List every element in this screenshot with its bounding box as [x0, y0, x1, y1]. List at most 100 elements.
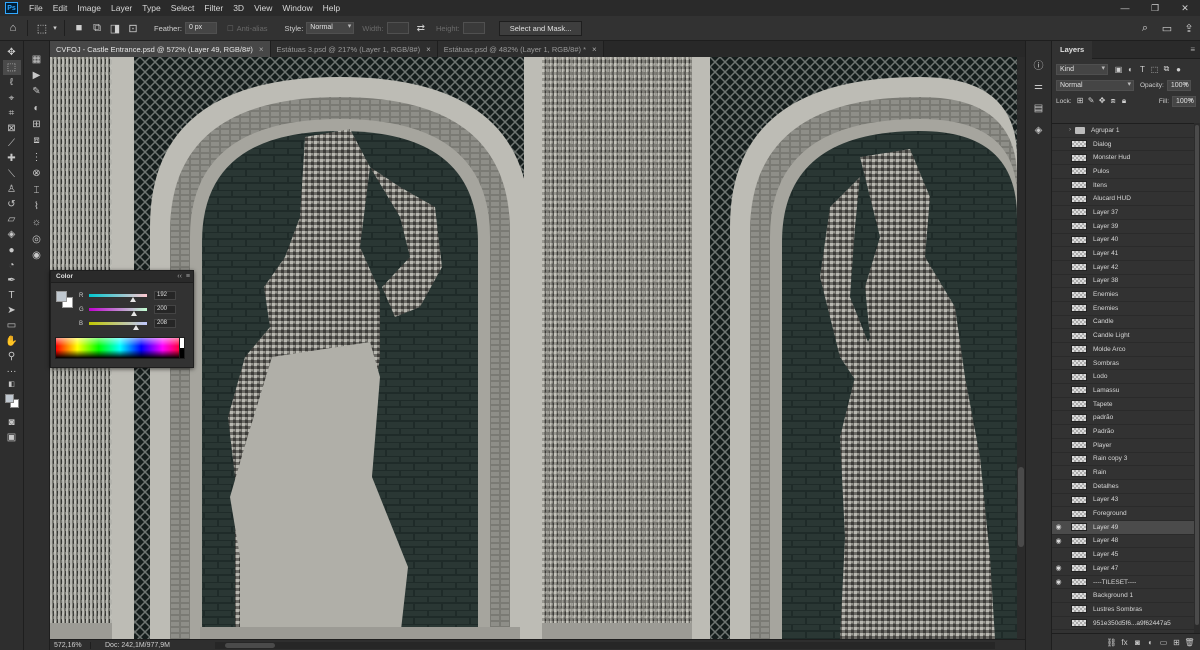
- workspace-icon[interactable]: ▭: [1156, 22, 1178, 35]
- menu-layer[interactable]: Layer: [106, 3, 137, 13]
- layer-row[interactable]: ◉ Foreground: [1052, 507, 1200, 521]
- color-panel-icon[interactable]: ◎: [27, 231, 47, 247]
- visibility-eye-icon[interactable]: ◉: [1052, 250, 1065, 258]
- eyedropper-tool-icon[interactable]: ⟋: [3, 136, 21, 151]
- visibility-eye-icon[interactable]: ◉: [1052, 605, 1065, 613]
- move-tool-icon[interactable]: ✥: [3, 45, 21, 60]
- visibility-eye-icon[interactable]: ◉: [1052, 427, 1065, 435]
- layer-row[interactable]: ◉ 951e350d5f6...a9f62447a5: [1052, 617, 1200, 631]
- green-value-input[interactable]: 200: [154, 305, 176, 314]
- lock-all-icon[interactable]: 🔒︎: [1119, 96, 1130, 106]
- layer-row[interactable]: ◉ Rain copy 3: [1052, 453, 1200, 467]
- swatches-panel-icon[interactable]: ◉: [27, 248, 47, 264]
- layer-row[interactable]: ◉ Lustres Sombras: [1052, 603, 1200, 617]
- visibility-eye-icon[interactable]: ◉: [1052, 318, 1065, 326]
- layer-row[interactable]: ◉ Layer 41: [1052, 247, 1200, 261]
- layer-row[interactable]: ◉ Dialog: [1052, 138, 1200, 152]
- visibility-eye-icon[interactable]: ◉: [1052, 359, 1065, 367]
- play-icon[interactable]: ▶: [27, 67, 47, 83]
- visibility-eye-icon[interactable]: ◉: [1052, 564, 1065, 572]
- filter-smart-object-icon[interactable]: ⧉: [1161, 64, 1172, 74]
- timeline-icon[interactable]: ⧈: [27, 133, 47, 149]
- menu-select[interactable]: Select: [166, 3, 200, 13]
- document-canvas[interactable]: [50, 57, 1017, 639]
- menu-3d[interactable]: 3D: [228, 3, 249, 13]
- add-selection-icon[interactable]: ⧉: [88, 19, 106, 37]
- artboard-icon[interactable]: ▦: [27, 51, 47, 67]
- brush-tool-icon[interactable]: ⟍: [3, 167, 21, 182]
- layer-row[interactable]: ◉ Player: [1052, 439, 1200, 453]
- intersect-selection-icon[interactable]: ⊡: [124, 19, 142, 37]
- mask-icon[interactable]: ◙: [1131, 638, 1144, 647]
- pen-tool-icon[interactable]: ✒: [3, 273, 21, 288]
- panel-menu-icon[interactable]: ≡: [1190, 45, 1195, 54]
- layer-row[interactable]: ◉ Layer 45: [1052, 548, 1200, 562]
- layer-row[interactable]: ◉ Padrão: [1052, 425, 1200, 439]
- layer-row[interactable]: ◉ Pulos: [1052, 165, 1200, 179]
- scroll-thumb[interactable]: [1195, 125, 1199, 625]
- filter-pixel-icon[interactable]: ▣: [1113, 65, 1124, 74]
- fx-icon[interactable]: fx: [1118, 638, 1131, 647]
- close-icon[interactable]: ×: [426, 45, 431, 54]
- hand-tool-icon[interactable]: ✋: [3, 334, 21, 349]
- visibility-eye-icon[interactable]: ◉: [1052, 167, 1065, 175]
- visibility-eye-icon[interactable]: ◉: [1052, 510, 1065, 518]
- vertical-scrollbar[interactable]: [1017, 57, 1025, 639]
- layer-row[interactable]: ◉ Candle Light: [1052, 329, 1200, 343]
- libraries-icon[interactable]: ▤: [1029, 97, 1049, 119]
- visibility-eye-icon[interactable]: ◉: [1052, 469, 1065, 477]
- layer-row[interactable]: ◉ › Agrupar 1: [1052, 124, 1200, 138]
- layer-row[interactable]: ◉ padrão: [1052, 411, 1200, 426]
- layer-row[interactable]: ◉ Layer 49: [1052, 520, 1200, 535]
- visibility-eye-icon[interactable]: ◉: [1052, 181, 1065, 189]
- visibility-eye-icon[interactable]: ◉: [1052, 291, 1065, 299]
- brushes-icon[interactable]: ⋮: [27, 149, 47, 165]
- folder-icon[interactable]: ▭: [1157, 638, 1170, 647]
- slider-knob[interactable]: [133, 325, 140, 330]
- close-icon[interactable]: ×: [592, 45, 597, 54]
- menu-filter[interactable]: Filter: [199, 3, 228, 13]
- layer-row[interactable]: ◉ Layer 40: [1052, 234, 1200, 248]
- layer-row[interactable]: ◉ Alucard HUD: [1052, 192, 1200, 207]
- menu-type[interactable]: Type: [137, 3, 165, 13]
- document-tab[interactable]: Estátuas 3.psd @ 217% (Layer 1, RGB/8#) …: [270, 41, 438, 57]
- style-select[interactable]: Normal: [306, 22, 355, 34]
- adjustment-icon[interactable]: ◐: [1144, 638, 1157, 647]
- layer-row[interactable]: ◉ Layer 39: [1052, 220, 1200, 234]
- feather-input[interactable]: 0 px: [184, 22, 217, 34]
- link-icon[interactable]: ⛓: [1105, 638, 1118, 647]
- filter-kind-select[interactable]: Kind: [1056, 63, 1108, 75]
- layer-row[interactable]: ◉ Layer 37: [1052, 206, 1200, 220]
- visibility-eye-icon[interactable]: ◉: [1052, 140, 1065, 148]
- quick-mask-icon[interactable]: ◙: [3, 415, 21, 430]
- dodge-tool-icon[interactable]: ◔: [3, 258, 21, 273]
- color-panel-header[interactable]: Color ‹‹ ≡: [51, 271, 193, 283]
- layer-row[interactable]: ◉ Molde Arco: [1052, 343, 1200, 357]
- layer-row[interactable]: ◉ Layer 38: [1052, 275, 1200, 289]
- new-layer-icon[interactable]: ⊞: [1170, 638, 1183, 647]
- menu-view[interactable]: View: [249, 3, 277, 13]
- visibility-eye-icon[interactable]: ◉: [1052, 277, 1065, 285]
- width-input[interactable]: [386, 22, 409, 34]
- chevron-right-icon[interactable]: ›: [1069, 127, 1071, 133]
- color-swatches[interactable]: [3, 393, 21, 411]
- layer-row[interactable]: ◉ Layer 42: [1052, 261, 1200, 275]
- visibility-eye-icon[interactable]: ◉: [1052, 496, 1065, 504]
- channels-icon[interactable]: ⌇: [27, 199, 47, 215]
- color-spectrum[interactable]: [55, 337, 185, 359]
- visibility-eye-icon[interactable]: ◉: [1052, 195, 1065, 203]
- height-input[interactable]: [462, 22, 485, 34]
- visibility-eye-icon[interactable]: ◉: [1052, 482, 1065, 490]
- eraser-tool-icon[interactable]: ▱: [3, 212, 21, 227]
- red-value-input[interactable]: 192: [154, 291, 176, 300]
- visibility-eye-icon[interactable]: ◉: [1052, 414, 1065, 422]
- visibility-eye-icon[interactable]: ◉: [1052, 373, 1065, 381]
- trash-icon[interactable]: 🗑︎: [1183, 638, 1196, 647]
- marquee-tool-preset-icon[interactable]: ⬚: [33, 19, 51, 37]
- menu-help[interactable]: Help: [318, 3, 345, 13]
- healing-brush-tool-icon[interactable]: ✚: [3, 151, 21, 166]
- antialias-checkbox-icon[interactable]: ☐: [227, 24, 234, 33]
- color-chips[interactable]: [56, 291, 74, 309]
- rectangle-tool-icon[interactable]: ▭: [3, 318, 21, 333]
- scroll-thumb[interactable]: [225, 643, 275, 648]
